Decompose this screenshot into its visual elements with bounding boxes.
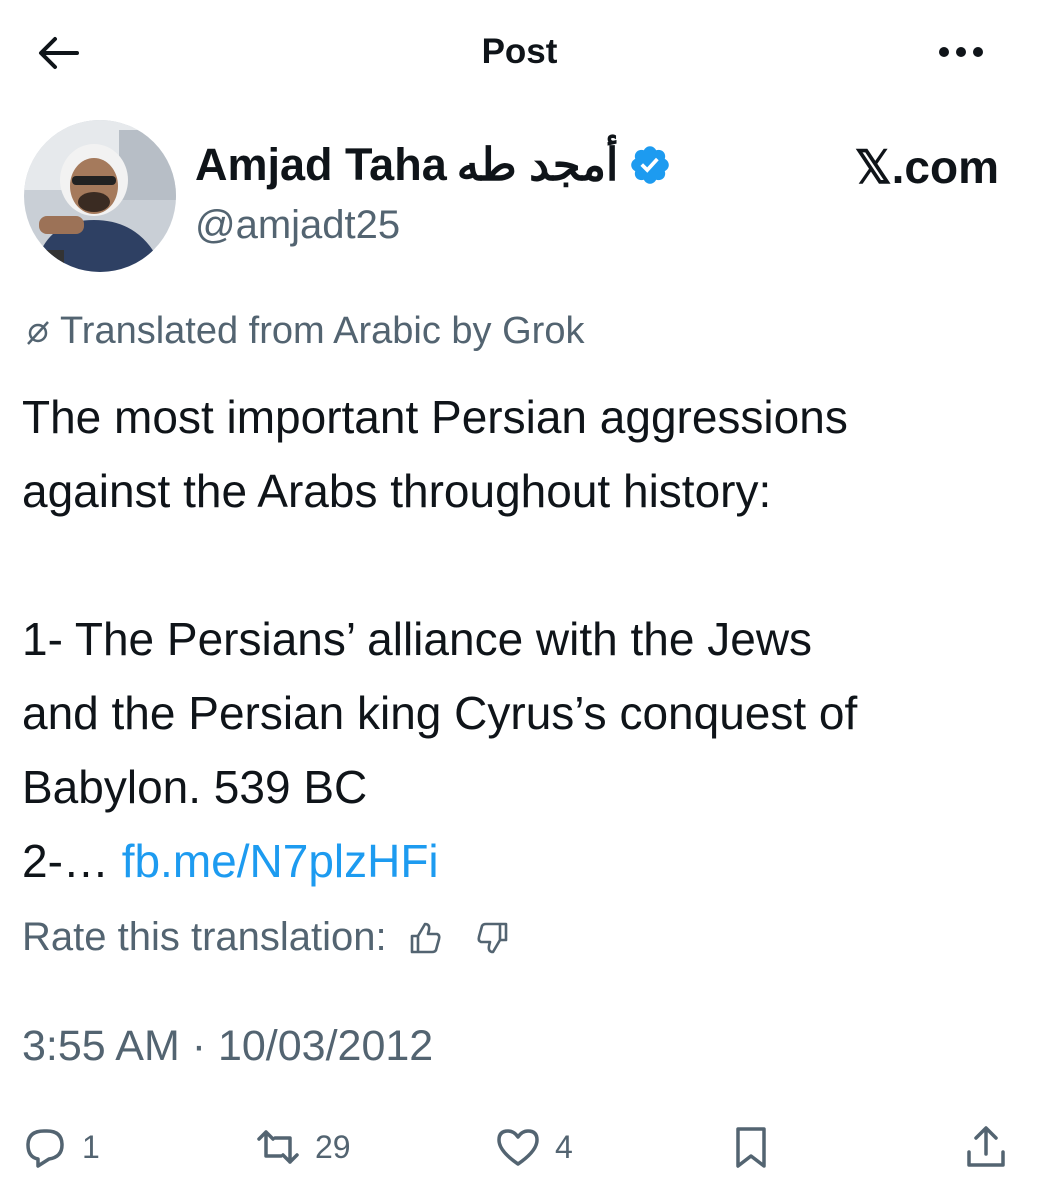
- thumbs-up-button[interactable]: [405, 918, 445, 958]
- share-button[interactable]: [963, 1124, 1009, 1170]
- thumbs-up-icon: [410, 922, 441, 953]
- reply-icon: [26, 1129, 64, 1168]
- more-button[interactable]: [933, 32, 989, 72]
- display-name[interactable]: Amjad Taha أمجد طه: [195, 138, 672, 191]
- site-tag: 𝕏.com: [854, 141, 999, 193]
- tweet-line: against the Arabs throughout history:: [22, 465, 772, 517]
- action-bar: 1 29 4: [0, 1120, 1039, 1180]
- like-count: 4: [555, 1128, 573, 1165]
- translation-note-text: Translated from Arabic by Grok: [60, 310, 585, 352]
- rate-translation: Rate this translation:: [22, 915, 513, 960]
- tweet-line: 1- The Persians’ alliance with the Jews: [22, 613, 813, 665]
- tweet-line-truncated: 2-… fb.me/N7plzHFi: [22, 824, 1022, 898]
- avatar[interactable]: [24, 120, 176, 272]
- tweet-line: and the Persian king Cyrus’s conquest of: [22, 687, 858, 739]
- like-button[interactable]: 4: [495, 1124, 573, 1170]
- more-horizontal-icon: [939, 47, 983, 57]
- translate-icon: [27, 320, 49, 345]
- repost-icon: [257, 1130, 299, 1164]
- reply-button[interactable]: 1: [22, 1124, 100, 1170]
- tweet-link[interactable]: fb.me/N7plzHFi: [122, 835, 439, 887]
- tweet-line: The most important Persian aggressions: [22, 391, 848, 443]
- reply-count: 1: [82, 1128, 100, 1165]
- thumbs-down-icon: [477, 922, 507, 953]
- translation-note: Translated from Arabic by Grok: [22, 310, 584, 353]
- repost-button[interactable]: 29: [255, 1124, 351, 1170]
- bookmark-icon: [736, 1127, 766, 1168]
- page-title: Post: [481, 32, 558, 71]
- tweet-line: Babylon. 539 BC: [22, 761, 368, 813]
- share-icon: [967, 1126, 1005, 1167]
- tweet-text: The most important Persian aggressions a…: [22, 380, 1022, 898]
- top-bar: Post: [0, 0, 1039, 105]
- post-timestamp[interactable]: 3:55 AM · 10/03/2012: [22, 1022, 433, 1071]
- heart-icon: [497, 1129, 539, 1166]
- author-handle[interactable]: @amjadt25: [195, 203, 400, 248]
- author-name: Amjad Taha: [195, 138, 447, 190]
- thumbs-down-button[interactable]: [473, 918, 513, 958]
- rate-label: Rate this translation:: [22, 915, 387, 959]
- verified-badge-icon: [631, 145, 670, 184]
- author-name-arabic: أمجد طه: [456, 139, 619, 190]
- bookmark-button[interactable]: [728, 1124, 774, 1170]
- repost-count: 29: [315, 1128, 351, 1165]
- truncated-prefix: 2-…: [22, 835, 109, 887]
